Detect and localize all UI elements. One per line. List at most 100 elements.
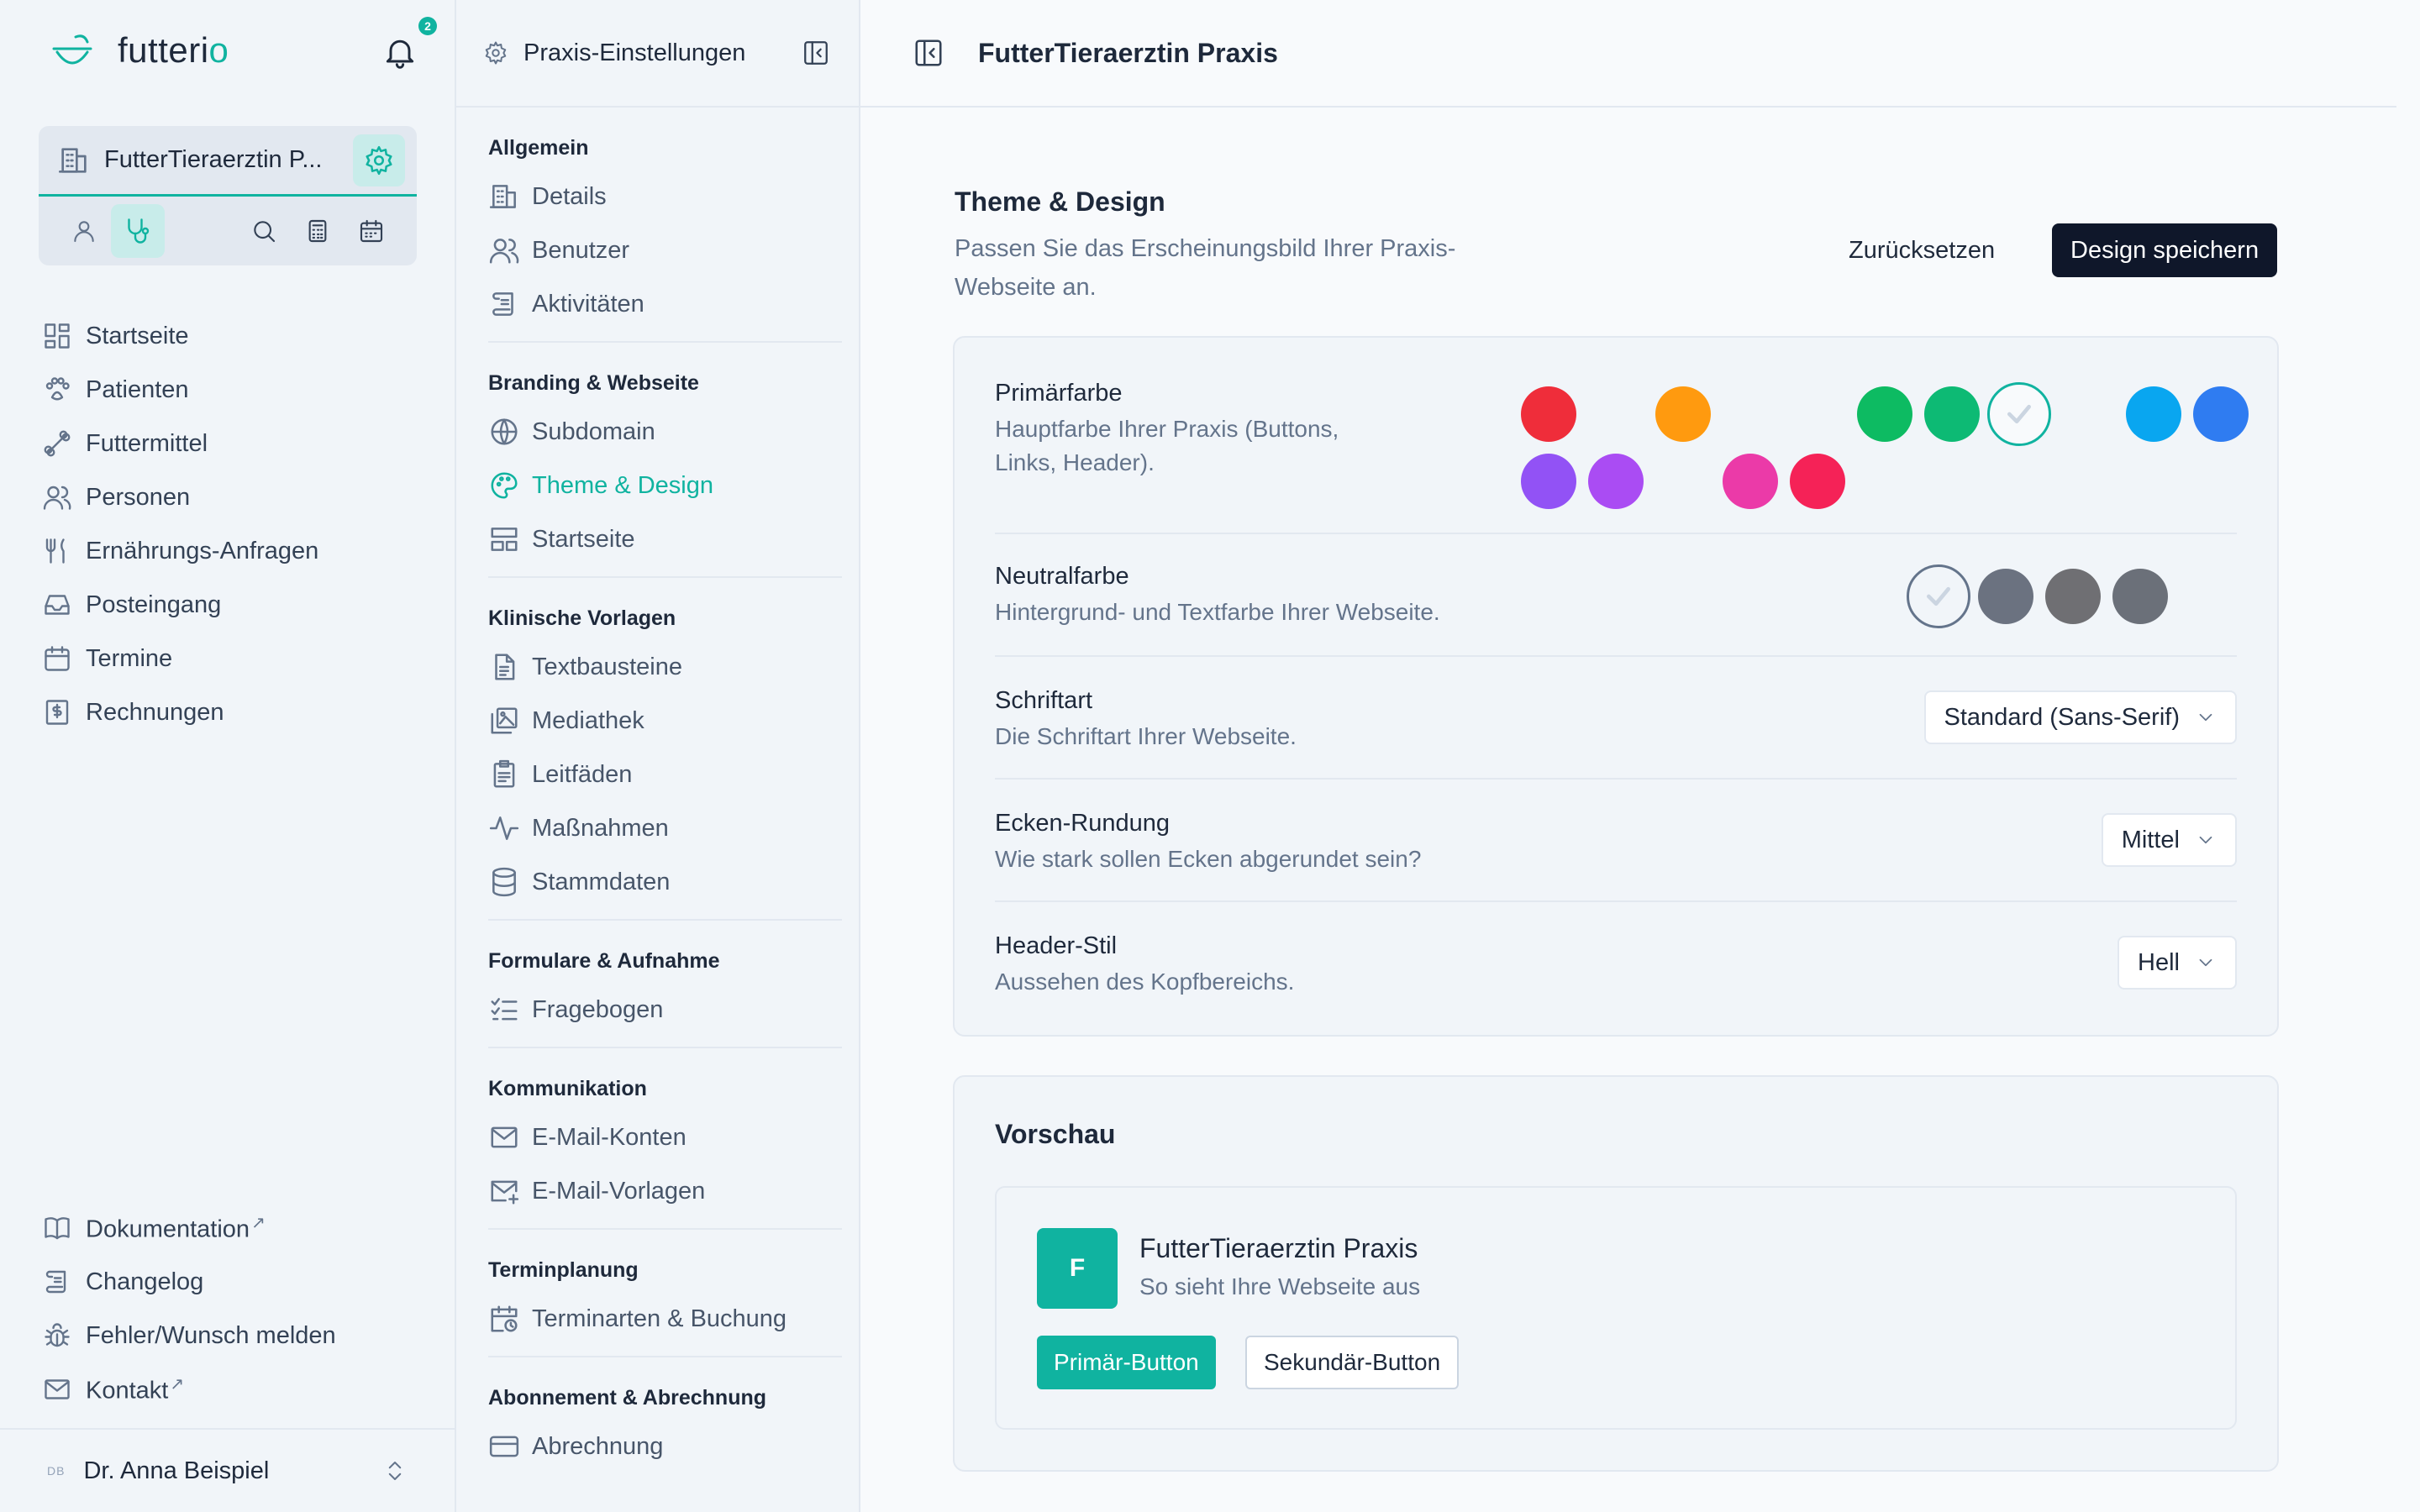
file-text-icon — [495, 654, 515, 680]
nav-item-termine[interactable]: Termine — [42, 632, 318, 685]
settings-item-label: Textbausteine — [532, 653, 682, 680]
neutral-swatch[interactable] — [2112, 569, 2168, 624]
reset-button[interactable]: Zurücksetzen — [1849, 223, 1995, 277]
nav-item-dokumentation[interactable]: Dokumentation ↗ — [42, 1201, 336, 1255]
mail-icon — [491, 1126, 518, 1148]
select-value: Hell — [2138, 948, 2180, 976]
settings-item-details[interactable]: Details — [488, 170, 842, 223]
preview-practice-name: FutterTieraerztin Praxis — [1139, 1233, 1418, 1263]
settings-item-leitfaeden[interactable]: Leitfäden — [488, 748, 842, 801]
neutral-swatch[interactable] — [2045, 569, 2101, 624]
vet-tool[interactable] — [111, 204, 165, 258]
nav-label: Fehler/Wunsch melden — [86, 1321, 336, 1349]
neutral-swatch[interactable] — [1978, 569, 2033, 624]
check-icon — [1927, 586, 1950, 606]
nav-item-changelog[interactable]: Changelog — [42, 1255, 336, 1309]
preview-logo: F — [1037, 1228, 1118, 1309]
settings-panel: Praxis-Einstellungen Allgemein Details B… — [456, 0, 860, 1512]
color-swatch[interactable] — [2193, 386, 2249, 442]
practice-name[interactable]: FutterTieraerztin P... — [104, 146, 339, 174]
nav-item-posteingang[interactable]: Posteingang — [42, 578, 318, 632]
save-design-button[interactable]: Design speichern — [2052, 223, 2278, 277]
settings-item-massnahmen[interactable]: Maßnahmen — [488, 801, 842, 855]
color-swatch[interactable] — [1588, 454, 1644, 509]
settings-item-theme-design[interactable]: Theme & Design — [488, 459, 842, 512]
color-swatch[interactable] — [2126, 386, 2181, 442]
nav-label: Changelog — [86, 1268, 204, 1295]
corner-radius-select[interactable]: Mittel — [2101, 813, 2237, 867]
logo-text: futterio — [118, 30, 229, 70]
color-swatch-selected[interactable] — [1987, 382, 2051, 446]
utensils-icon — [45, 538, 65, 564]
corner-radius-row: Ecken-Rundung Wie stark sollen Ecken abg… — [995, 780, 2237, 902]
users-icon — [43, 486, 71, 510]
color-swatch[interactable] — [1857, 386, 1912, 442]
settings-item-stammdaten[interactable]: Stammdaten — [488, 855, 842, 909]
settings-item-subdomain[interactable]: Subdomain — [488, 405, 842, 459]
nav-item-ernaehrungs-anfragen[interactable]: Ernährungs-Anfragen — [42, 524, 318, 578]
user-menu[interactable]: DB Dr. Anna Beispiel — [0, 1428, 455, 1512]
color-swatch[interactable] — [1924, 386, 1980, 442]
settings-item-fragebogen[interactable]: Fragebogen — [488, 983, 842, 1037]
font-select[interactable]: Standard (Sans-Serif) — [1923, 690, 2237, 744]
settings-item-benutzer[interactable]: Benutzer — [488, 223, 842, 277]
group-formulare: Formulare & Aufnahme Fragebogen — [488, 921, 842, 1048]
nav-item-startseite[interactable]: Startseite — [42, 309, 318, 363]
settings-item-label: Benutzer — [532, 236, 630, 264]
settings-item-label: Startseite — [532, 525, 635, 553]
settings-item-mediathek[interactable]: Mediathek — [488, 694, 842, 748]
color-swatch[interactable] — [1655, 386, 1711, 442]
bowl-logo-icon — [52, 34, 92, 65]
calculator-tool[interactable] — [291, 204, 345, 258]
settings-item-email-konten[interactable]: E-Mail-Konten — [488, 1110, 842, 1164]
header-style-select[interactable]: Hell — [2118, 936, 2237, 990]
color-swatch[interactable] — [1723, 454, 1778, 509]
header-style-row: Header-Stil Aussehen des Kopfbereichs. H… — [995, 902, 2237, 1025]
color-swatch[interactable] — [1521, 454, 1576, 509]
preview-secondary-button[interactable]: Sekundär-Button — [1245, 1336, 1460, 1389]
dashboard-icon — [45, 323, 70, 349]
nav-item-rechnungen[interactable]: Rechnungen — [42, 685, 318, 739]
search-icon — [254, 221, 276, 243]
search-tool[interactable] — [237, 204, 291, 258]
settings-item-startseite[interactable]: Startseite — [488, 512, 842, 566]
building-icon — [59, 147, 87, 173]
collapse-panel-icon[interactable] — [913, 37, 944, 69]
primary-color-swatches — [995, 338, 2249, 534]
color-swatch[interactable] — [1790, 454, 1845, 509]
nav-item-personen[interactable]: Personen — [42, 470, 318, 524]
avatar: DB — [47, 1464, 66, 1478]
calculator-icon — [308, 219, 327, 243]
chevron-down-icon — [2199, 836, 2212, 844]
nav-item-patienten[interactable]: Patienten — [42, 363, 318, 417]
mail-icon — [45, 1379, 70, 1399]
settings-item-abrechnung[interactable]: Abrechnung — [488, 1420, 842, 1473]
preview-card: Vorschau F FutterTieraerztin Praxis So s… — [953, 1075, 2279, 1472]
nav-label: Dokumentation ↗ — [86, 1214, 266, 1243]
chevrons-updown-icon — [388, 1462, 402, 1480]
settings-item-terminarten[interactable]: Terminarten & Buchung — [488, 1292, 842, 1346]
bell-icon[interactable] — [381, 34, 418, 71]
check-icon — [2007, 404, 2031, 424]
person-tool[interactable] — [57, 204, 111, 258]
app-logo[interactable]: futterio — [50, 30, 229, 71]
main-sidebar: futterio 2 FutterTieraerztin P... Starts… — [0, 0, 456, 1512]
group-label: Terminplanung — [488, 1257, 639, 1282]
practice-settings-button[interactable] — [353, 134, 405, 186]
settings-item-aktivitaeten[interactable]: Aktivitäten — [488, 277, 842, 331]
section-subtitle: Passen Sie das Erscheinungsbild Ihrer Pr… — [955, 235, 1456, 301]
calendar-tool[interactable] — [345, 204, 398, 258]
settings-item-email-vorlagen[interactable]: E-Mail-Vorlagen — [488, 1164, 842, 1218]
neutral-swatch-selected[interactable] — [1907, 564, 1970, 628]
collapse-panel-icon[interactable] — [802, 39, 830, 67]
nav-item-futtermittel[interactable]: Futtermittel — [42, 417, 318, 470]
color-swatch[interactable] — [1521, 386, 1576, 442]
nav-item-fehler-melden[interactable]: Fehler/Wunsch melden — [42, 1309, 336, 1362]
invoice-icon — [45, 700, 69, 725]
settings-item-textbausteine[interactable]: Textbausteine — [488, 640, 842, 694]
nav-label: Startseite — [86, 322, 189, 349]
users-icon — [489, 239, 519, 264]
nav-item-kontakt[interactable]: Kontakt ↗ — [42, 1362, 336, 1416]
settings-item-label: Mediathek — [532, 706, 644, 734]
preview-primary-button[interactable]: Primär-Button — [1037, 1336, 1216, 1389]
